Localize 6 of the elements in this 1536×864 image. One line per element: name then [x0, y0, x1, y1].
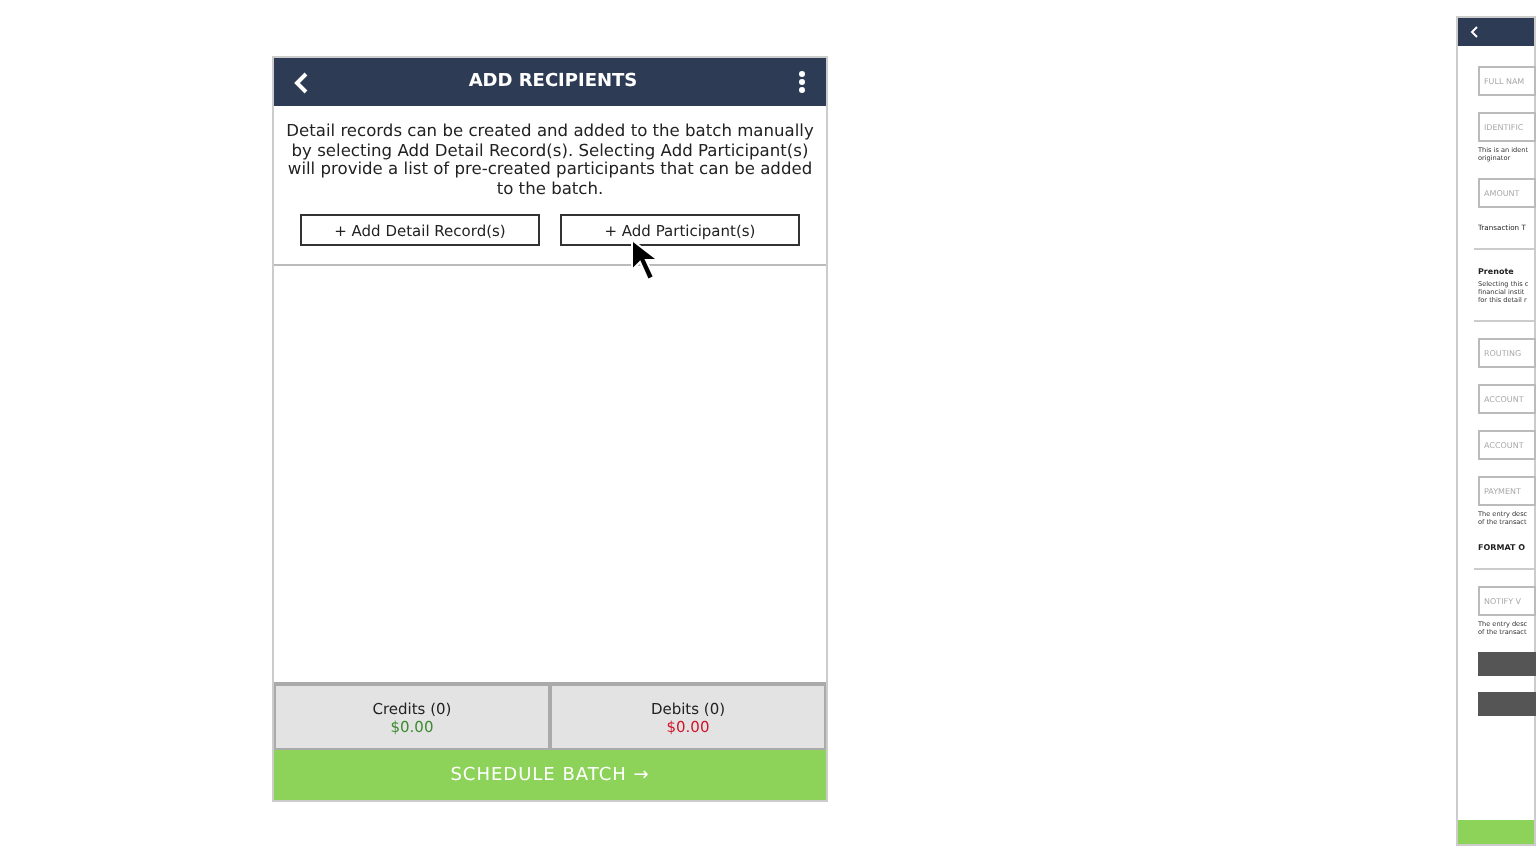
- back-icon[interactable]: [1470, 26, 1478, 38]
- screen-title: ADD RECIPIENTS: [468, 72, 638, 92]
- more-icon[interactable]: [797, 70, 806, 94]
- intro-text: Detail records can be created and added to the batch manually by selecting Add Detail Record(s). Selecting Add Participant(s) will provide a list of pre-created participants that can be added to the batch.: [284, 118, 816, 201]
- back-icon[interactable]: [294, 71, 308, 93]
- cursor-icon: [630, 238, 660, 282]
